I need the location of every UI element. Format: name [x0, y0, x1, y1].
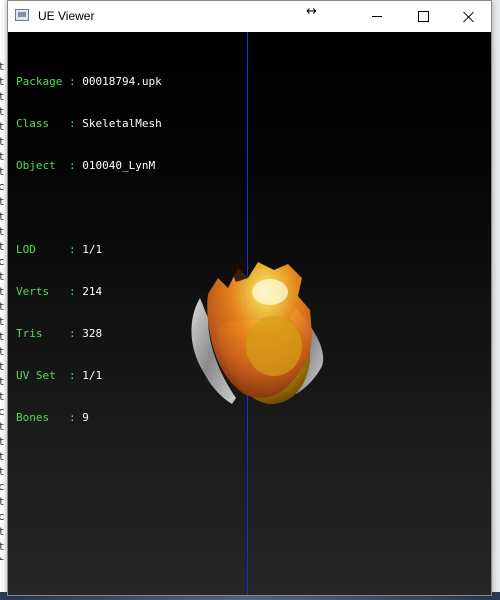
minimize-icon: [372, 16, 382, 17]
mesh-info-panel: Package : 00018794.upk Class : SkeletalM…: [16, 47, 162, 453]
maximize-button[interactable]: [400, 1, 446, 32]
close-icon: [463, 11, 475, 23]
info-label: UV Set: [16, 369, 63, 382]
info-row-uvset: UV Set : 1/1: [16, 369, 162, 383]
info-value: 010040_LynM: [82, 159, 156, 172]
info-value: 9: [82, 411, 89, 424]
info-separator: :: [62, 411, 83, 424]
info-value: SkeletalMesh: [82, 117, 162, 130]
info-value: 1/1: [82, 369, 103, 382]
info-row-verts: Verts : 214: [16, 285, 162, 299]
info-row-package: Package : 00018794.upk: [16, 75, 162, 89]
close-button[interactable]: [446, 1, 492, 32]
info-separator: :: [62, 75, 83, 88]
horizontal-resize-cursor-icon: ↔: [306, 4, 317, 19]
maximize-icon: [417, 11, 429, 22]
info-row-class: Class : SkeletalMesh: [16, 117, 162, 131]
ue-viewer-window: UE Viewer ↔ Package : 00018794.upk Class…: [7, 0, 492, 596]
info-value: 214: [82, 285, 103, 298]
info-label: Object: [16, 159, 63, 172]
minimize-button[interactable]: [354, 1, 400, 32]
info-separator: :: [62, 369, 83, 382]
info-row-tris: Tris : 328: [16, 327, 162, 341]
mesh-dark-notch: [230, 258, 248, 282]
3d-viewport[interactable]: Package : 00018794.upk Class : SkeletalM…: [8, 32, 491, 595]
info-label: Bones: [16, 411, 63, 424]
app-icon: [15, 9, 29, 21]
info-value: 328: [82, 327, 103, 340]
info-separator: :: [62, 327, 83, 340]
info-separator: :: [62, 159, 83, 172]
info-separator: :: [62, 243, 83, 256]
info-label: Class: [16, 117, 63, 130]
info-value: 1/1: [82, 243, 103, 256]
info-row-lod: LOD : 1/1: [16, 243, 162, 257]
info-row-object: Object : 010040_LynM: [16, 159, 162, 173]
title-bar[interactable]: UE Viewer ↔: [8, 1, 491, 32]
info-separator: :: [62, 285, 83, 298]
info-separator: :: [62, 117, 83, 130]
window-title: UE Viewer: [38, 9, 95, 23]
skeletal-mesh-render[interactable]: [178, 238, 328, 408]
info-label: LOD: [16, 243, 63, 256]
info-label: Verts: [16, 285, 63, 298]
info-value: 00018794.upk: [82, 75, 162, 88]
mesh-specular-highlight: [252, 279, 288, 305]
mesh-yellow-sphere: [246, 316, 302, 376]
info-row-bones: Bones : 9: [16, 411, 162, 425]
info-label: Tris: [16, 327, 63, 340]
info-label: Package: [16, 75, 63, 88]
